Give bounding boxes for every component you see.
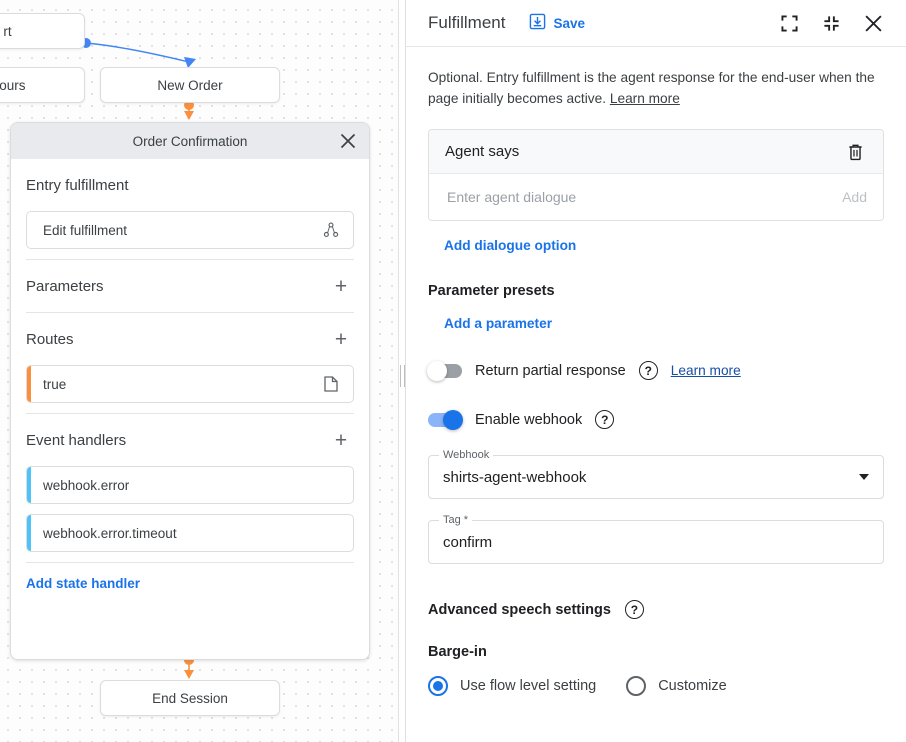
app-root: rt Hours New Order End Session Order Con… (0, 0, 906, 742)
event-handler-item[interactable]: webhook.error (26, 466, 354, 504)
page-card-header: Order Confirmation (11, 123, 369, 159)
webhook-field-legend: Webhook (439, 449, 493, 461)
help-icon[interactable]: ? (595, 410, 614, 429)
add-dialogue-button[interactable]: Add (830, 189, 867, 205)
expand-icon[interactable] (774, 8, 804, 38)
event-handler-label: webhook.error.timeout (43, 526, 341, 541)
parameters-label: Parameters (26, 278, 104, 295)
flow-node-label: rt (3, 24, 11, 39)
parameter-presets-heading: Parameter presets (428, 283, 884, 299)
plus-icon[interactable]: + (328, 273, 354, 299)
entry-fulfillment-section: Entry fulfillment Edit fulfillment (11, 159, 369, 249)
route-item[interactable]: true (26, 365, 354, 403)
barge-in-heading: Barge-in (428, 644, 884, 660)
save-icon (529, 13, 546, 33)
page-icon (321, 374, 341, 394)
chevron-down-icon (859, 474, 869, 480)
flow-node-hours[interactable]: Hours (0, 67, 85, 103)
agent-says-card: Agent says Add (428, 129, 884, 221)
plus-icon[interactable]: + (328, 326, 354, 352)
return-partial-response-toggle[interactable] (428, 364, 462, 378)
edit-fulfillment-label: Edit fulfillment (43, 223, 321, 238)
edge-arrow-end-session (184, 670, 194, 679)
event-handler-label: webhook.error (43, 478, 341, 493)
flow-node-label: Hours (0, 78, 26, 93)
route-label: true (43, 377, 321, 392)
page-card-title: Order Confirmation (133, 134, 248, 149)
enable-webhook-row: Enable webhook ? (428, 410, 884, 429)
enable-webhook-label: Enable webhook (475, 412, 582, 428)
flow-node-end-session[interactable]: End Session (100, 680, 280, 716)
return-partial-response-row: Return partial response ? Learn more (428, 361, 884, 380)
add-state-handler-link[interactable]: Add state handler (26, 563, 354, 591)
plus-icon[interactable]: + (328, 427, 354, 453)
panel-body: Optional. Entry fulfillment is the agent… (406, 47, 906, 742)
radio-label: Use flow level setting (460, 678, 596, 694)
parameters-header: Parameters + (26, 260, 354, 312)
return-partial-response-learn-more-link[interactable]: Learn more (671, 363, 741, 378)
barge-in-options: Use flow level setting Customize (428, 676, 884, 696)
trash-icon[interactable] (843, 140, 867, 164)
collapse-icon[interactable] (816, 8, 846, 38)
fulfillment-panel: Fulfillment Save (406, 0, 906, 742)
panel-description: Optional. Entry fulfillment is the agent… (428, 67, 883, 109)
page-title: Fulfillment (428, 13, 505, 33)
enable-webhook-toggle[interactable] (428, 413, 462, 427)
account-tree-icon (321, 220, 341, 240)
tag-field-legend: Tag * (439, 514, 472, 526)
tag-field-value: confirm (443, 534, 869, 551)
event-handler-item[interactable]: webhook.error.timeout (26, 514, 354, 552)
edge-start-to-new-order (86, 43, 189, 62)
learn-more-link[interactable]: Learn more (610, 91, 680, 106)
add-dialogue-option-link[interactable]: Add dialogue option (444, 238, 576, 253)
add-a-parameter-link[interactable]: Add a parameter (444, 316, 552, 331)
flow-canvas[interactable]: rt Hours New Order End Session Order Con… (0, 0, 398, 742)
panel-resize-handle[interactable] (398, 0, 406, 742)
event-handlers-section: Event handlers + webhook.error webhook.e… (11, 414, 369, 552)
webhook-select[interactable]: Webhook shirts-agent-webhook (428, 455, 884, 499)
entry-fulfillment-label: Entry fulfillment (26, 177, 129, 194)
advanced-speech-settings-row: Advanced speech settings ? (428, 600, 884, 619)
routes-label: Routes (26, 331, 74, 348)
edge-arrow-order-confirmation (184, 111, 194, 120)
radio-customize[interactable] (626, 676, 646, 696)
flow-node-label: New Order (157, 78, 222, 93)
flow-node-start[interactable]: rt (0, 13, 85, 49)
save-label: Save (553, 16, 585, 31)
save-button[interactable]: Save (529, 13, 585, 33)
agent-dialogue-input[interactable] (445, 188, 830, 206)
routes-section: Routes + true (11, 313, 369, 403)
flow-node-label: End Session (152, 691, 228, 706)
page-card-body: Entry fulfillment Edit fulfillment (11, 159, 369, 659)
entry-fulfillment-header: Entry fulfillment (26, 159, 354, 211)
edit-fulfillment-item[interactable]: Edit fulfillment (26, 211, 354, 249)
agent-says-title: Agent says (445, 143, 843, 160)
close-icon[interactable] (858, 8, 888, 38)
radio-label: Customize (658, 678, 727, 694)
parameters-section: Parameters + (11, 260, 369, 312)
flow-node-new-order[interactable]: New Order (100, 67, 280, 103)
page-detail-card: Order Confirmation Entry fulfillment Edi… (10, 122, 370, 660)
add-state-handler-section: Add state handler (11, 563, 369, 591)
radio-use-flow-level-setting[interactable] (428, 676, 448, 696)
panel-header: Fulfillment Save (406, 0, 906, 47)
tag-input[interactable]: Tag * confirm (428, 520, 884, 564)
grip-icon (400, 365, 405, 387)
return-partial-response-label: Return partial response (475, 363, 626, 379)
agent-dialogue-row: Add (429, 174, 883, 220)
help-icon[interactable]: ? (625, 600, 644, 619)
agent-says-header: Agent says (429, 130, 883, 174)
advanced-speech-settings-heading: Advanced speech settings (428, 602, 611, 618)
event-handlers-header: Event handlers + (26, 414, 354, 466)
close-icon[interactable] (335, 128, 361, 154)
routes-header: Routes + (26, 313, 354, 365)
event-handlers-label: Event handlers (26, 432, 126, 449)
help-icon[interactable]: ? (639, 361, 658, 380)
webhook-field-value: shirts-agent-webhook (443, 469, 859, 486)
